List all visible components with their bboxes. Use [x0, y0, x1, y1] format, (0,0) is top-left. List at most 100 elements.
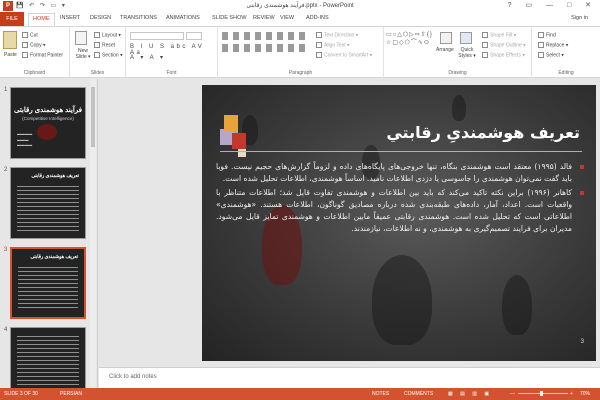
- thumbnail-author-lines: ▬▬▬▬ ▬▬▬ ▬▬▬▬: [17, 132, 33, 147]
- thumbnail-image: فرآیند هوشمندی رقابتی (Competitive Intel…: [10, 87, 86, 159]
- ribbon: Paste Cut Copy ▾ Format Painter Clipboar…: [0, 26, 600, 78]
- slide-thumbnail-2[interactable]: 2 تعریف هوشمندی رقابتی: [4, 167, 86, 239]
- font-color-buttons[interactable]: A ▾ A ▾: [130, 54, 166, 61]
- paste-icon[interactable]: [3, 31, 17, 49]
- zoom-in-button[interactable]: +: [570, 391, 573, 397]
- ribbon-tabs: FILE HOME INSERT DESIGN TRANSITIONS ANIM…: [0, 12, 600, 26]
- zoom-slider-handle[interactable]: [540, 391, 543, 396]
- slide-count: SLIDE 3 OF 30: [4, 391, 38, 397]
- decorative-square: [224, 115, 238, 131]
- slide-body-text[interactable]: فالد (۱۹۹۵) معتقد است هوشمندی بنگاه، تنه…: [216, 161, 584, 238]
- cut-button[interactable]: Cut: [22, 32, 38, 38]
- language-indicator[interactable]: PERSIAN: [60, 391, 82, 397]
- quick-styles-button[interactable]: Quick Styles ▾: [456, 47, 478, 59]
- font-size-select[interactable]: [186, 32, 202, 40]
- tab-view[interactable]: VIEW: [280, 15, 294, 21]
- thumbnail-text-lines: [17, 186, 79, 232]
- shape-fill-label: Shape Fill ▾: [490, 32, 517, 39]
- tab-file[interactable]: FILE: [0, 12, 24, 26]
- new-slide-icon[interactable]: [75, 31, 87, 45]
- paste-button[interactable]: Paste: [4, 52, 17, 58]
- text-direction-button[interactable]: Text Direction ▾: [316, 32, 358, 38]
- zoom-out-button[interactable]: —: [510, 391, 515, 397]
- tab-add-ins[interactable]: ADD-INS: [306, 15, 329, 21]
- tab-home[interactable]: HOME: [28, 13, 55, 26]
- tab-animations[interactable]: ANIMATIONS: [166, 15, 200, 21]
- tab-review[interactable]: REVIEW: [253, 15, 275, 21]
- tab-insert[interactable]: INSERT: [60, 15, 80, 21]
- zoom-slider[interactable]: [518, 393, 568, 394]
- copy-button[interactable]: Copy ▾: [22, 42, 46, 48]
- comments-toggle[interactable]: COMMENTS: [404, 391, 433, 397]
- copy-icon: [22, 42, 28, 48]
- current-slide[interactable]: تعریف هوشمندیِ رقابتي فالد (۱۹۹۵) معتقد …: [202, 85, 596, 361]
- text-direction-icon: [316, 32, 322, 38]
- scrollbar-thumb[interactable]: [91, 87, 95, 147]
- layout-button[interactable]: Layout ▾: [94, 32, 121, 38]
- thumbnail-image: تعریف هوشمندی رقابتی: [10, 167, 86, 239]
- thumbnail-subtitle: (Competitive Intelligence): [22, 116, 74, 121]
- clipboard-group: Paste Cut Copy ▾ Format Painter Clipboar…: [0, 27, 70, 78]
- font-family-select[interactable]: [130, 32, 184, 40]
- select-button[interactable]: Select ▾: [538, 52, 564, 58]
- select-label: Select ▾: [546, 52, 564, 59]
- slide-thumbnail-3[interactable]: 3 تعریف هوشمندی رقابتی: [4, 247, 86, 319]
- slide-thumbnail-4[interactable]: 4: [4, 327, 86, 388]
- tab-design[interactable]: DESIGN: [90, 15, 111, 21]
- background-figure: [452, 95, 466, 121]
- arrange-button[interactable]: Arrange: [436, 47, 454, 53]
- shape-outline-button[interactable]: Shape Outline ▾: [482, 42, 526, 48]
- layout-icon: [94, 32, 100, 38]
- tab-slide-show[interactable]: SLIDE SHOW: [212, 15, 247, 21]
- notes-toggle[interactable]: NOTES: [372, 391, 389, 397]
- font-group: B I U S abc AV Aa A ▾ A ▾ Font: [126, 27, 218, 78]
- window-title: فرآیند هوشمندی رقابتی.pptx - PowerPoint: [246, 3, 354, 9]
- tab-transitions[interactable]: TRANSITIONS: [120, 15, 157, 21]
- find-button[interactable]: Find: [538, 32, 556, 38]
- notes-placeholder: Click to add notes: [109, 374, 157, 380]
- shape-effects-label: Shape Effects ▾: [490, 52, 525, 59]
- quick-styles-icon[interactable]: [460, 32, 472, 44]
- format-painter-label: Format Painter: [30, 52, 64, 59]
- arrange-icon[interactable]: [440, 32, 452, 44]
- alignment-buttons[interactable]: [222, 44, 310, 52]
- decorative-figure: [37, 124, 57, 140]
- format-painter-button[interactable]: Format Painter: [22, 52, 63, 58]
- section-icon: [94, 52, 100, 58]
- new-slide-button[interactable]: New Slide ▾: [72, 48, 94, 60]
- slide-title[interactable]: تعریف هوشمندیِ رقابتي: [386, 123, 580, 142]
- effects-icon: [482, 52, 488, 58]
- shapes-gallery[interactable]: ▭○△⬡▷⇨⇧{}☆▢◇⬠⌒∿⬭: [386, 31, 434, 59]
- notes-pane[interactable]: Click to add notes: [99, 367, 600, 388]
- thumbnails-scrollbar[interactable]: [90, 79, 96, 388]
- shape-fill-button[interactable]: Shape Fill ▾: [482, 32, 516, 38]
- slide-editor: تعریف هوشمندیِ رقابتي فالد (۱۹۹۵) معتقد …: [99, 79, 600, 367]
- paragraph-group-label: Paragraph: [288, 70, 313, 76]
- powerpoint-app-icon: P: [3, 1, 13, 11]
- list-buttons[interactable]: [222, 32, 310, 40]
- find-label: Find: [546, 32, 556, 39]
- powerpoint-window: P 💾 ↶ ↷ ▭ ▾ فرآیند هوشمندی رقابتی.pptx -…: [0, 0, 600, 400]
- font-group-label: Font: [166, 70, 177, 76]
- reset-button[interactable]: Reset: [94, 42, 115, 48]
- drawing-group: ▭○△⬡▷⇨⇧{}☆▢◇⬠⌒∿⬭ Arrange Quick Styles ▾ …: [384, 27, 532, 78]
- replace-button[interactable]: Replace ▾: [538, 42, 568, 48]
- convert-smartart-button[interactable]: Convert to SmartArt ▾: [316, 52, 372, 58]
- background-figure: [502, 275, 532, 335]
- align-text-label: Align Text ▾: [324, 42, 350, 49]
- thumbnail-text-lines: [18, 267, 78, 311]
- thumbnail-text-lines: [17, 336, 79, 388]
- smartart-label: Convert to SmartArt ▾: [324, 52, 373, 59]
- bullet-icon: [580, 165, 584, 169]
- replace-icon: [538, 42, 544, 48]
- quick-access-toolbar[interactable]: 💾 ↶ ↷ ▭ ▾: [16, 2, 67, 9]
- zoom-level[interactable]: 70%: [580, 391, 590, 397]
- background-figure: [372, 255, 432, 345]
- window-controls[interactable]: ? ▭ — □ ✕: [508, 1, 597, 9]
- slide-thumbnail-1[interactable]: 1 فرآیند هوشمندی رقابتی (Competitive Int…: [4, 87, 86, 159]
- section-button[interactable]: Section ▾: [94, 52, 123, 58]
- align-text-button[interactable]: Align Text ▾: [316, 42, 350, 48]
- sign-in-link[interactable]: Sign in: [571, 15, 588, 21]
- shape-effects-button[interactable]: Shape Effects ▾: [482, 52, 525, 58]
- view-buttons[interactable]: ▦ ▤ ▥ ▣: [448, 391, 492, 397]
